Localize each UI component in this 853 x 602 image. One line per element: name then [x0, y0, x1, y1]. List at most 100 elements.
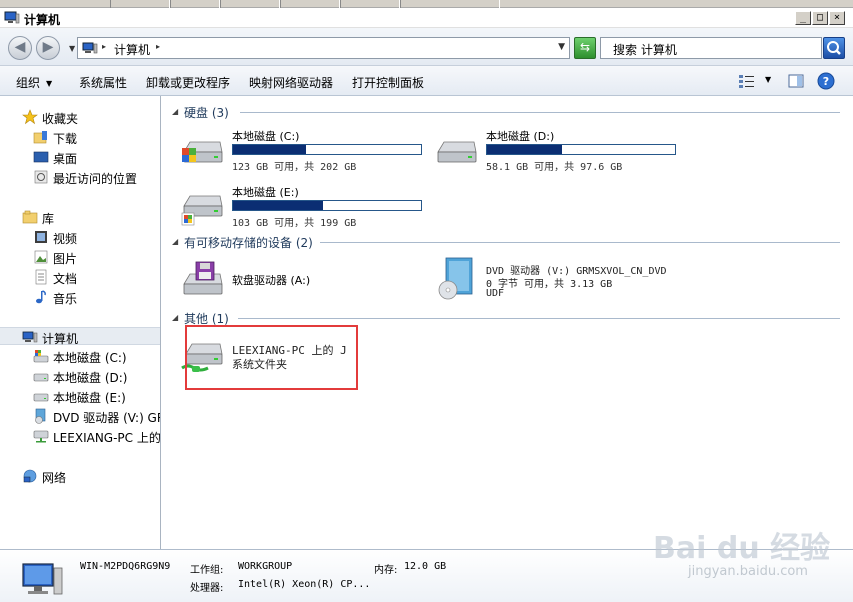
address-dropdown-icon[interactable]: ▼: [558, 42, 565, 52]
maximize-button[interactable]: □: [812, 11, 828, 25]
history-dropdown-icon[interactable]: ▼: [69, 44, 75, 53]
group-divider: [320, 242, 840, 243]
drive-usage-bar: [232, 200, 422, 211]
search-icon: [827, 41, 841, 55]
computer-icon: [22, 331, 38, 343]
command-bar: 组织 ▼ 系统属性 卸载或更改程序 映射网络驱动器 打开控制面板 ▼ ?: [0, 66, 853, 96]
sidebar-item-recent-places[interactable]: 最近访问的位置: [0, 168, 160, 186]
breadcrumb-computer[interactable]: 计算机: [114, 41, 150, 58]
breadcrumb-arrow-icon[interactable]: ▸: [102, 42, 106, 51]
sidebar-item-videos[interactable]: 视频: [0, 228, 160, 246]
group-header-other[interactable]: ◢ 其他 (1): [170, 310, 840, 326]
network-icon: [23, 469, 37, 483]
sidebar-item-drive-d[interactable]: 本地磁盘 (D:): [0, 367, 160, 385]
processor-value: Intel(R) Xeon(R) CP...: [238, 579, 371, 590]
dvd-drive-icon: [438, 257, 473, 300]
drive-item-dvd[interactable]: DVD 驱动器 (V:) GRMSXVOL_CN_DVD 0 字节 可用，共 3…: [434, 254, 694, 306]
collapse-triangle-icon[interactable]: ◢: [172, 107, 178, 116]
hard-drive-icon: [33, 393, 49, 402]
sidebar-item-desktop[interactable]: 桌面: [0, 148, 160, 166]
star-icon: [22, 109, 38, 125]
pictures-icon: [34, 250, 48, 264]
search-input[interactable]: 搜索 计算机: [600, 37, 822, 59]
dvd-drive-icon: [35, 408, 46, 424]
network-drive-icon: [33, 430, 49, 443]
sidebar-item-favorites[interactable]: 收藏夹: [0, 108, 160, 126]
desktop-icon: [33, 151, 49, 163]
view-options-icon[interactable]: [738, 73, 756, 89]
sidebar-item-libraries[interactable]: 库: [0, 208, 160, 226]
navigation-pane: 收藏夹 下载 桌面 最近访问的位置 库 视频 图片 文档 音乐 计算机 本地磁盘…: [0, 96, 161, 549]
help-icon[interactable]: ?: [817, 72, 835, 90]
downloads-folder-icon: [33, 131, 47, 144]
forward-arrow-icon: ▶: [42, 39, 54, 55]
computer-name: WIN-M2PDQ6RG9N9: [80, 561, 171, 572]
library-folder-icon: [22, 210, 38, 224]
sidebar-item-downloads[interactable]: 下载: [0, 128, 160, 146]
sidebar-item-network-share[interactable]: LEEXIANG-PC 上的 J: [0, 427, 160, 445]
annotation-highlight-box: [185, 325, 358, 390]
sidebar-item-network[interactable]: 网络: [0, 467, 160, 485]
minimize-button[interactable]: _: [795, 11, 811, 25]
sidebar-item-computer[interactable]: 计算机: [0, 327, 160, 346]
organize-button[interactable]: 组织 ▼: [16, 74, 52, 91]
hard-drive-icon: [181, 195, 223, 226]
floppy-drive-icon: [183, 261, 223, 295]
drive-item-floppy[interactable]: 软盘驱动器 (A:): [180, 256, 430, 308]
watermark-logo: Bai du 经验: [653, 531, 831, 566]
refresh-button[interactable]: ⇆: [574, 37, 596, 59]
group-header-hard-drives[interactable]: ◢ 硬盘 (3): [170, 104, 840, 120]
sidebar-item-drive-c[interactable]: 本地磁盘 (C:): [0, 347, 160, 365]
group-divider: [240, 112, 840, 113]
collapse-triangle-icon[interactable]: ◢: [172, 313, 178, 322]
uninstall-program-button[interactable]: 卸载或更改程序: [146, 74, 230, 91]
drive-usage-bar: [232, 144, 422, 155]
forward-button[interactable]: ▶: [36, 36, 60, 60]
drive-item-d[interactable]: 本地磁盘 (D:) 58.1 GB 可用，共 97.6 GB: [434, 126, 684, 178]
computer-icon: [22, 563, 63, 595]
recent-places-icon: [34, 170, 48, 184]
view-dropdown-icon[interactable]: ▼: [765, 75, 771, 84]
address-bar[interactable]: ▸ 计算机 ▸ ▼: [77, 37, 570, 59]
top-strip: [0, 0, 853, 8]
search-placeholder: 搜索 计算机: [613, 43, 677, 57]
close-button[interactable]: ×: [829, 11, 845, 25]
back-button[interactable]: ◀: [8, 36, 32, 60]
search-button[interactable]: [823, 37, 845, 59]
back-arrow-icon: ◀: [14, 39, 26, 55]
sidebar-item-documents[interactable]: 文档: [0, 268, 160, 286]
computer-icon: [4, 11, 20, 24]
system-properties-button[interactable]: 系统属性: [79, 74, 127, 91]
memory-value: 12.0 GB: [404, 561, 447, 572]
breadcrumb-arrow-icon[interactable]: ▸: [156, 42, 160, 51]
hard-drive-icon: [437, 141, 477, 163]
sidebar-item-dvd-drive[interactable]: DVD 驱动器 (V:) GR: [0, 407, 160, 425]
drive-item-c[interactable]: 本地磁盘 (C:) 123 GB 可用，共 202 GB: [180, 126, 430, 178]
group-divider: [238, 318, 840, 319]
group-header-removable[interactable]: ◢ 有可移动存储的设备 (2): [170, 234, 840, 250]
drive-item-e[interactable]: 本地磁盘 (E:) 103 GB 可用，共 199 GB: [180, 182, 430, 234]
title-bar: 计算机 _ □ ×: [0, 8, 853, 28]
sidebar-item-drive-e[interactable]: 本地磁盘 (E:): [0, 387, 160, 405]
chevron-down-icon: ▼: [46, 79, 53, 88]
navigation-bar: ◀ ▶ ▼ ▸ 计算机 ▸ ▼ ⇆ 搜索 计算机: [0, 28, 853, 66]
workgroup-value: WORKGROUP: [238, 561, 293, 572]
drive-usage-bar: [486, 144, 676, 155]
computer-icon: [82, 42, 98, 54]
sidebar-item-music[interactable]: 音乐: [0, 288, 160, 306]
map-network-drive-button[interactable]: 映射网络驱动器: [249, 74, 333, 91]
content-pane: ◢ 硬盘 (3) 本地磁盘 (C:) 123 GB 可用，共 202 GB 本地…: [162, 96, 853, 549]
system-drive-icon: [182, 141, 223, 163]
watermark-url: jingyan.baidu.com: [688, 564, 808, 579]
open-control-panel-button[interactable]: 打开控制面板: [352, 74, 424, 91]
refresh-icon: ⇆: [579, 40, 591, 54]
sidebar-item-pictures[interactable]: 图片: [0, 248, 160, 266]
hard-drive-icon: [33, 373, 49, 382]
svg-text:?: ?: [823, 75, 829, 88]
video-icon: [35, 231, 47, 243]
system-drive-icon: [33, 350, 49, 363]
documents-icon: [35, 269, 47, 285]
collapse-triangle-icon[interactable]: ◢: [172, 237, 178, 246]
window-title: 计算机: [24, 13, 61, 27]
preview-pane-icon[interactable]: [788, 73, 804, 89]
